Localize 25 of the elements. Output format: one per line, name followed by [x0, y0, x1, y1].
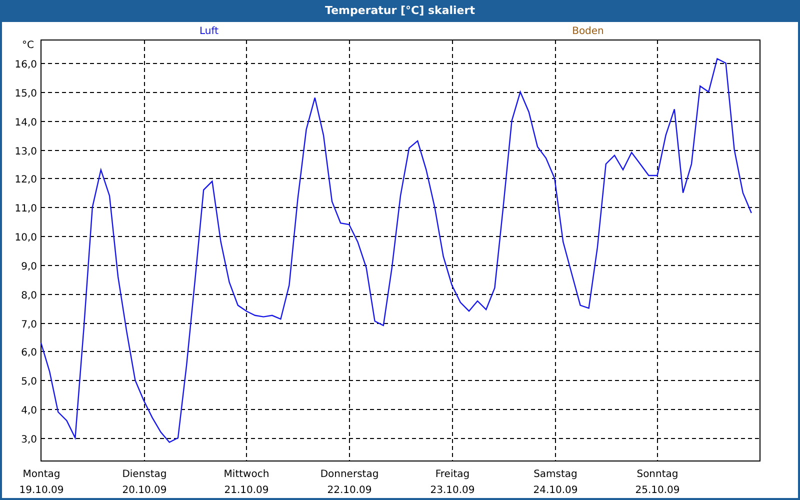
y-tick-label: 15,0: [14, 88, 37, 100]
axis-unit-label: °C: [22, 40, 34, 51]
y-tick-label: 14,0: [14, 118, 37, 128]
y-tick-label: 16,0: [14, 60, 37, 70]
legend-label: Boden: [572, 26, 604, 37]
window-title: Temperatur [°C] skaliert: [325, 4, 475, 18]
x-tick-label: Samstag 24.10.09: [533, 469, 578, 496]
y-tick-label: 13,0: [14, 146, 37, 158]
y-tick-label: 9,0: [21, 262, 37, 272]
y-tick-label: 4,0: [21, 406, 37, 416]
y-tick-label: 6,0: [21, 348, 37, 358]
x-tick-label: Montag 19.10.09: [19, 469, 64, 496]
y-tick-label: 8,0: [21, 290, 37, 302]
x-tick-label: Sonntag 25.10.09: [635, 469, 680, 496]
y-tick-label: 10,0: [14, 232, 37, 244]
y-tick-label: 7,0: [21, 320, 37, 330]
y-tick-label: 3,0: [21, 434, 37, 446]
legend-label: Luft: [200, 26, 218, 37]
y-tick-label: 11,0: [14, 204, 37, 214]
x-tick-label: Mittwoch 21.10.09: [224, 469, 270, 496]
x-tick-label: Freitag 23.10.09: [430, 469, 475, 496]
x-tick-label: Dienstag 20.10.09: [122, 469, 167, 496]
x-tick-label: Donnerstag 22.10.09: [320, 469, 379, 496]
y-tick-label: 5,0: [21, 376, 37, 388]
y-tick-label: 12,0: [14, 174, 37, 186]
